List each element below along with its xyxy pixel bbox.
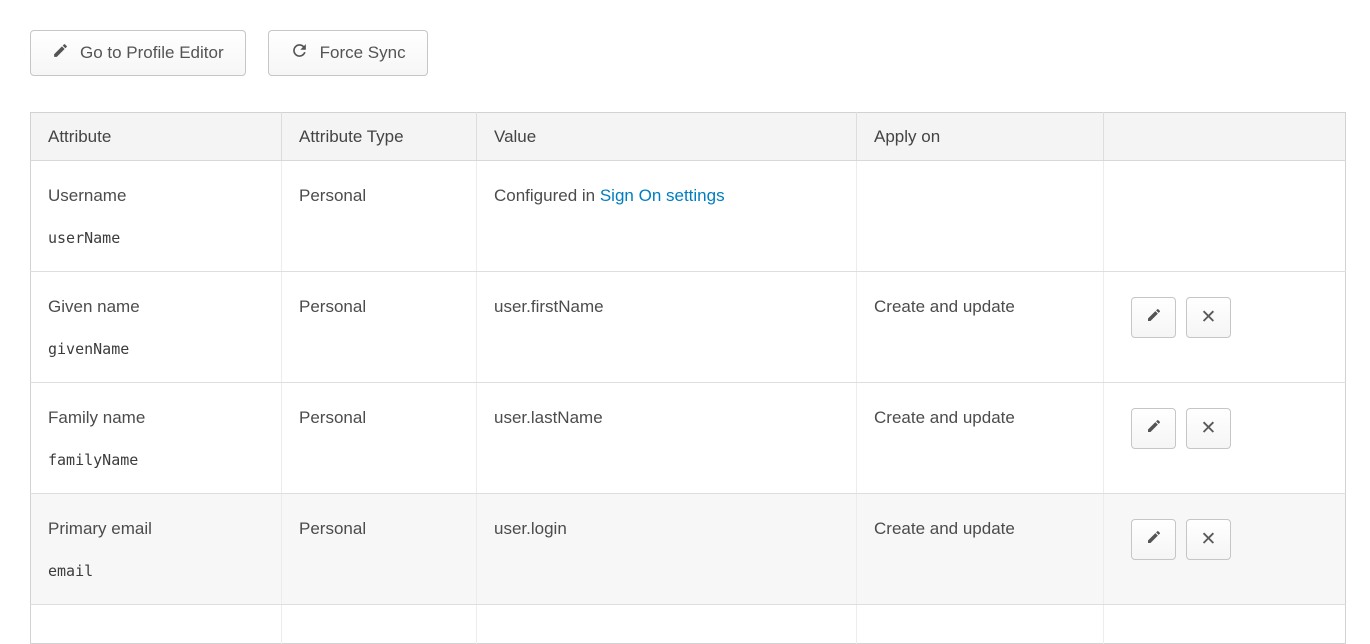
edit-icon bbox=[1146, 529, 1162, 550]
apply-on: Create and update bbox=[874, 297, 1015, 316]
go-to-profile-editor-label: Go to Profile Editor bbox=[80, 43, 224, 63]
table-row-empty bbox=[31, 605, 1346, 644]
row-actions: ✕ bbox=[1121, 297, 1329, 338]
value-text: Configured in bbox=[494, 186, 600, 205]
refresh-icon bbox=[290, 41, 309, 65]
edit-icon bbox=[1146, 418, 1162, 439]
header-attribute-type: Attribute Type bbox=[282, 113, 477, 161]
row-actions: ✕ bbox=[1121, 408, 1329, 449]
header-attribute: Attribute bbox=[31, 113, 282, 161]
close-icon: ✕ bbox=[1201, 419, 1217, 438]
force-sync-label: Force Sync bbox=[320, 43, 406, 63]
value-text: user.login bbox=[494, 519, 567, 538]
attribute-type: Personal bbox=[299, 519, 366, 538]
attribute-type: Personal bbox=[299, 186, 366, 205]
value-text: user.firstName bbox=[494, 297, 604, 316]
attribute-mappings-page: Go to Profile Editor Force Sync Attribut… bbox=[0, 0, 1370, 644]
edit-mapping-button[interactable] bbox=[1131, 408, 1176, 449]
delete-mapping-button[interactable]: ✕ bbox=[1186, 519, 1231, 560]
sign-on-settings-link[interactable]: Sign On settings bbox=[600, 186, 725, 205]
table-row: Primary email email Personal user.login … bbox=[31, 494, 1346, 605]
header-actions bbox=[1104, 113, 1346, 161]
edit-mapping-button[interactable] bbox=[1131, 519, 1176, 560]
edit-icon bbox=[1146, 307, 1162, 328]
attribute-type: Personal bbox=[299, 408, 366, 427]
attribute-label: Username bbox=[48, 186, 265, 206]
apply-on: Create and update bbox=[874, 408, 1015, 427]
close-icon: ✕ bbox=[1201, 530, 1217, 549]
attribute-label: Primary email bbox=[48, 519, 265, 539]
header-apply-on: Apply on bbox=[857, 113, 1104, 161]
delete-mapping-button[interactable]: ✕ bbox=[1186, 408, 1231, 449]
attribute-variable-name: givenName bbox=[48, 340, 265, 358]
table-row: Family name familyName Personal user.las… bbox=[31, 383, 1346, 494]
header-value: Value bbox=[477, 113, 857, 161]
table-row: Username userName Personal Configured in… bbox=[31, 161, 1346, 272]
attribute-label: Given name bbox=[48, 297, 265, 317]
row-actions: ✕ bbox=[1121, 519, 1329, 560]
attribute-variable-name: userName bbox=[48, 229, 265, 247]
value-text: user.lastName bbox=[494, 408, 603, 427]
attribute-variable-name: email bbox=[48, 562, 265, 580]
force-sync-button[interactable]: Force Sync bbox=[268, 30, 428, 76]
pencil-icon bbox=[52, 42, 69, 64]
apply-on: Create and update bbox=[874, 519, 1015, 538]
delete-mapping-button[interactable]: ✕ bbox=[1186, 297, 1231, 338]
go-to-profile-editor-button[interactable]: Go to Profile Editor bbox=[30, 30, 246, 76]
toolbar: Go to Profile Editor Force Sync bbox=[30, 30, 1345, 76]
edit-mapping-button[interactable] bbox=[1131, 297, 1176, 338]
attribute-label: Family name bbox=[48, 408, 265, 428]
attribute-mappings-table: Attribute Attribute Type Value Apply on … bbox=[30, 112, 1346, 644]
close-icon: ✕ bbox=[1201, 308, 1217, 327]
table-header-row: Attribute Attribute Type Value Apply on bbox=[31, 113, 1346, 161]
attribute-variable-name: familyName bbox=[48, 451, 265, 469]
table-row: Given name givenName Personal user.first… bbox=[31, 272, 1346, 383]
attribute-type: Personal bbox=[299, 297, 366, 316]
